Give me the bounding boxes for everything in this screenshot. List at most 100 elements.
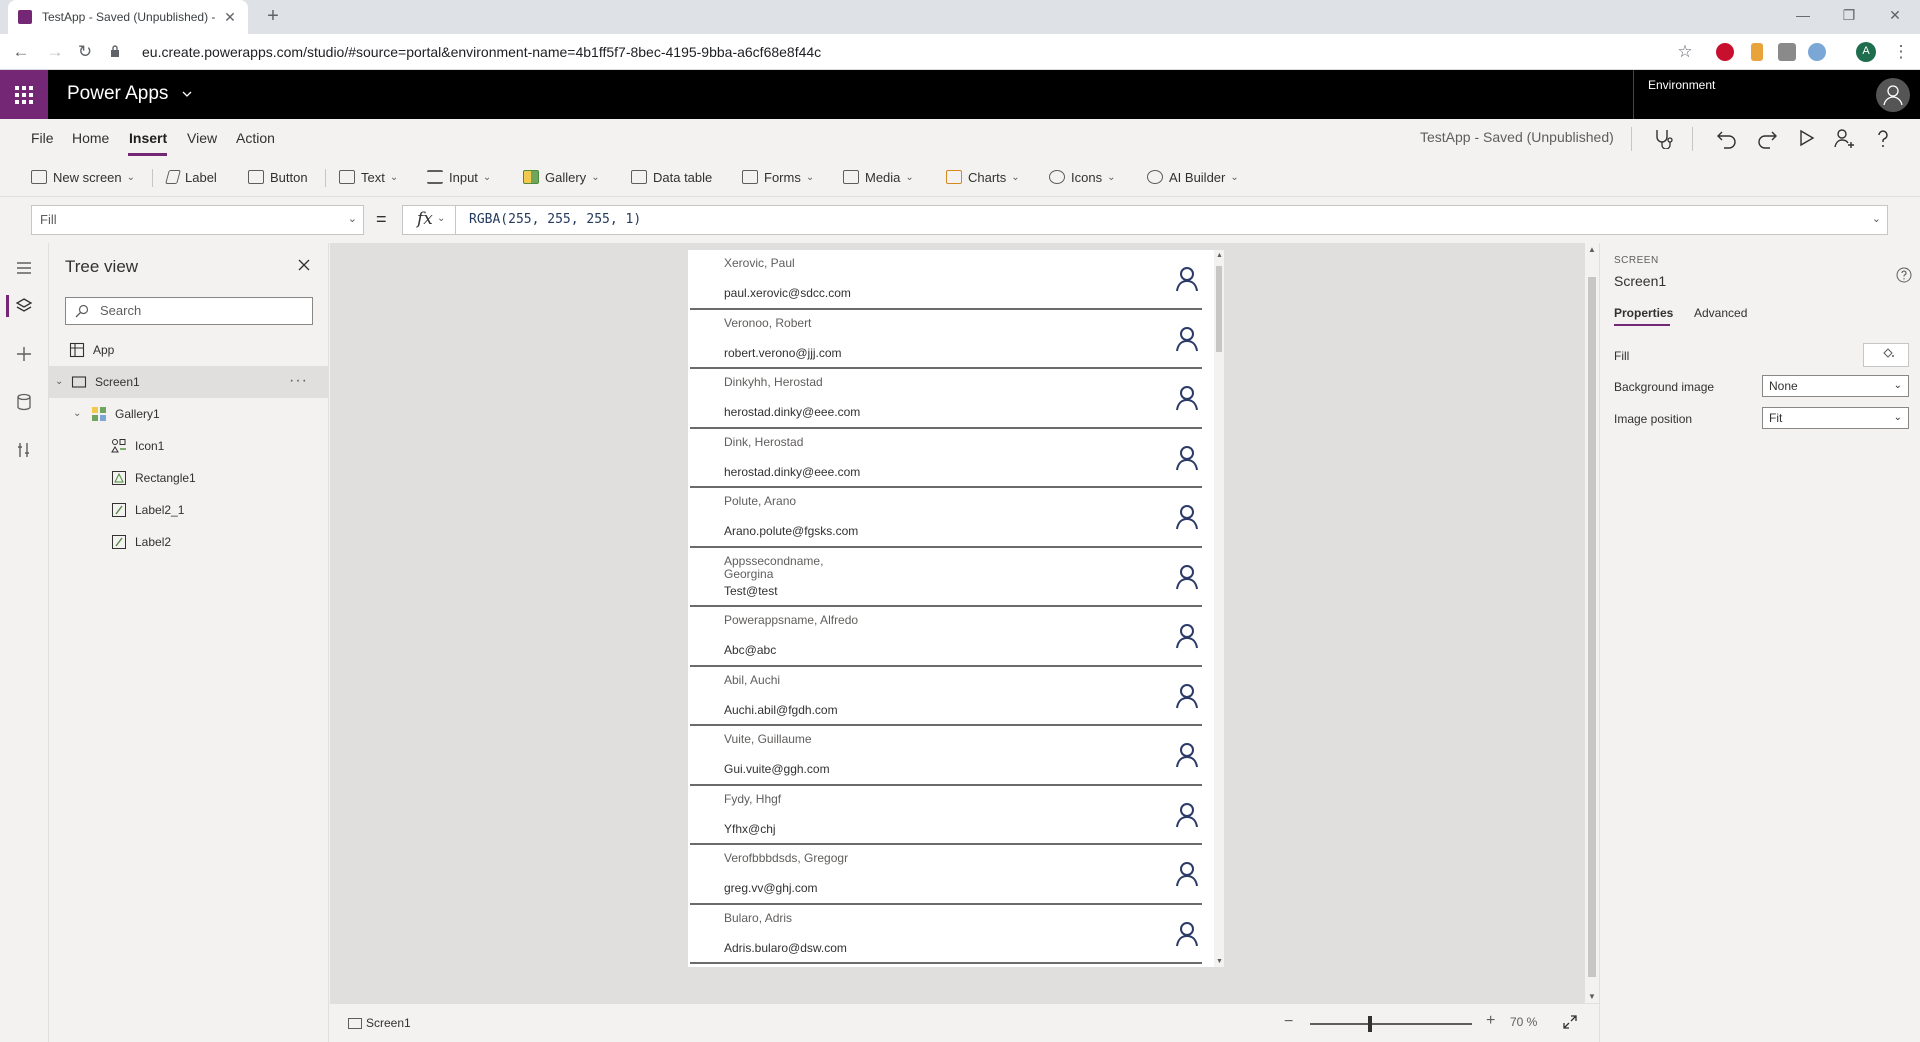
gallery-item[interactable]: Dinkyhh, Herostad herostad.dinky@eee.com [690, 369, 1202, 429]
expand-formula-icon[interactable]: ⌄ [1872, 212, 1881, 225]
media-dropdown[interactable]: Media ⌄ [843, 167, 914, 187]
new-tab-button[interactable]: + [260, 4, 286, 30]
app-checker-icon[interactable] [1652, 127, 1674, 149]
person-icon[interactable] [1176, 385, 1198, 411]
share-user-icon[interactable] [1833, 127, 1855, 149]
gallery-item[interactable]: Xerovic, Paul paul.xerovic@sdcc.com [690, 250, 1202, 310]
gallery-item[interactable]: Powerappsname, Alfredo Abc@abc [690, 607, 1202, 667]
play-preview-icon[interactable] [1795, 127, 1817, 149]
zoom-in-button[interactable]: + [1486, 1012, 1495, 1030]
fx-icon[interactable]: fx [417, 209, 433, 229]
gallery-item[interactable]: Dink, Herostad herostad.dinky@eee.com [690, 429, 1202, 488]
canvas-scrollbar[interactable]: ▲ ▼ [1585, 243, 1599, 1003]
user-account-button[interactable] [1876, 78, 1910, 112]
scroll-up-icon[interactable]: ▲ [1588, 245, 1596, 254]
tree-node-icon1[interactable]: Icon1 [49, 430, 328, 462]
fit-to-window-icon[interactable] [1562, 1014, 1578, 1030]
gallery-dropdown[interactable]: Gallery ⌄ [523, 167, 600, 187]
scroll-down-icon[interactable]: ▼ [1216, 958, 1223, 965]
person-icon[interactable] [1176, 266, 1198, 292]
text-dropdown[interactable]: Text ⌄ [339, 167, 398, 187]
tree-view-layers-icon[interactable] [13, 295, 35, 317]
tab-properties[interactable]: Properties [1614, 306, 1673, 320]
person-icon[interactable] [1176, 504, 1198, 530]
background-image-dropdown[interactable]: None ⌄ [1762, 375, 1909, 397]
person-icon[interactable] [1176, 802, 1198, 828]
person-icon[interactable] [1176, 683, 1198, 709]
data-database-icon[interactable] [13, 391, 35, 413]
extension-icon[interactable] [1808, 43, 1826, 61]
property-selector[interactable]: Fill ⌄ [31, 205, 364, 235]
tree-node-screen1[interactable]: ⌄ Screen1 ··· [49, 366, 328, 398]
menu-view[interactable]: View [187, 130, 217, 146]
profile-avatar[interactable]: A [1856, 42, 1876, 62]
person-icon[interactable] [1176, 564, 1198, 590]
person-icon[interactable] [1176, 445, 1198, 471]
browser-tab[interactable]: TestApp - Saved (Unpublished) - ✕ [8, 0, 248, 34]
menu-home[interactable]: Home [72, 130, 109, 146]
app-name[interactable]: Power Apps [67, 83, 168, 105]
charts-dropdown[interactable]: Charts ⌄ [946, 167, 1020, 187]
ai-builder-dropdown[interactable]: AI Builder ⌄ [1147, 167, 1239, 187]
gallery-item[interactable]: Vuite, Guillaume Gui.vuite@ggh.com [690, 726, 1202, 786]
formula-text[interactable]: RGBA(255, 255, 255, 1) [469, 212, 641, 227]
icons-dropdown[interactable]: Icons ⌄ [1049, 167, 1115, 187]
forms-dropdown[interactable]: Forms ⌄ [742, 167, 814, 187]
insert-plus-icon[interactable] [13, 343, 35, 365]
menu-insert[interactable]: Insert [129, 130, 167, 146]
close-window-button[interactable]: ✕ [1872, 0, 1918, 30]
tree-node-rectangle1[interactable]: Rectangle1 [49, 462, 328, 494]
environment-label[interactable]: Environment [1648, 78, 1715, 92]
gallery1-control[interactable]: Xerovic, Paul paul.xerovic@sdcc.com Verono… [688, 250, 1224, 967]
gallery-item[interactable]: Bularo, Adris Adris.bularo@dsw.com [690, 905, 1202, 964]
new-screen-button[interactable]: New screen ⌄ [31, 167, 135, 187]
back-button[interactable]: ← [8, 40, 34, 64]
button-button[interactable]: Button [248, 167, 308, 187]
help-icon[interactable] [1896, 267, 1912, 283]
hamburger-menu-icon[interactable] [13, 257, 35, 279]
forward-button[interactable]: → [42, 40, 68, 64]
url-field[interactable]: eu.create.powerapps.com/studio/#source=p… [110, 39, 1710, 65]
gallery-item[interactable]: Polute, Arano Arano.polute@fgsks.com [690, 488, 1202, 548]
help-icon[interactable] [1872, 127, 1894, 149]
zoom-out-button[interactable]: − [1284, 1013, 1293, 1031]
tree-node-app[interactable]: App [49, 334, 328, 366]
browser-menu-icon[interactable]: ⋮ [1888, 40, 1914, 64]
reload-button[interactable]: ↻ [72, 40, 98, 64]
formula-input[interactable]: fx ⌄ RGBA(255, 255, 255, 1) ⌄ [402, 205, 1888, 235]
canvas-scrollbar-thumb[interactable] [1588, 277, 1596, 977]
gallery-scrollbar-thumb[interactable] [1216, 266, 1222, 352]
restore-window-button[interactable]: ❐ [1826, 0, 1872, 30]
adblock-extension-icon[interactable] [1716, 43, 1734, 61]
tree-search-input[interactable]: Search [65, 297, 313, 325]
chevron-down-icon[interactable] [181, 88, 193, 100]
close-tab-icon[interactable]: ✕ [222, 9, 238, 26]
extension-icon[interactable] [1778, 43, 1796, 61]
tab-advanced[interactable]: Advanced [1694, 306, 1747, 320]
more-options-icon[interactable]: ··· [289, 372, 308, 390]
gallery-item[interactable]: Appssecondname, Georgina Test@test [690, 548, 1202, 607]
label-button[interactable]: Label [165, 167, 217, 187]
gallery-item[interactable]: Fydy, Hhgf Yfhx@chj [690, 786, 1202, 845]
bookmark-star-icon[interactable]: ☆ [1672, 40, 1698, 64]
tree-node-gallery1[interactable]: ⌄ Gallery1 [49, 398, 328, 430]
fill-color-picker[interactable] [1863, 343, 1909, 367]
gallery-item[interactable]: Veronoo, Robert robert.verono@jjj.com [690, 310, 1202, 369]
person-icon[interactable] [1176, 861, 1198, 887]
person-icon[interactable] [1176, 921, 1198, 947]
chevron-down-icon[interactable]: ⌄ [437, 213, 445, 224]
chevron-down-icon[interactable]: ⌄ [73, 408, 81, 419]
scroll-down-icon[interactable]: ▼ [1588, 992, 1596, 1001]
input-dropdown[interactable]: Input ⌄ [427, 167, 491, 187]
app-launcher-button[interactable] [0, 70, 48, 119]
selected-control-name[interactable]: Screen1 [1614, 273, 1666, 289]
minimize-window-button[interactable]: — [1780, 0, 1826, 30]
gallery-item[interactable]: Verofbbbdsds, Gregogr greg.vv@ghj.com [690, 845, 1202, 905]
close-icon[interactable] [296, 257, 312, 273]
data-table-button[interactable]: Data table [631, 167, 712, 187]
person-icon[interactable] [1176, 623, 1198, 649]
redo-icon[interactable] [1756, 127, 1778, 149]
image-position-dropdown[interactable]: Fit ⌄ [1762, 407, 1909, 429]
tree-node-label2[interactable]: Label2 [49, 526, 328, 558]
chevron-down-icon[interactable]: ⌄ [55, 376, 63, 387]
